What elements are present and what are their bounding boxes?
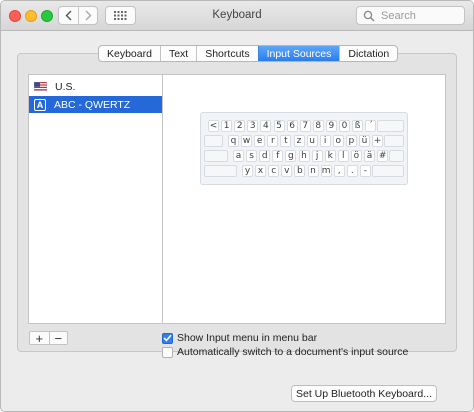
keyboard-key: v bbox=[281, 165, 293, 177]
show-input-menu-option[interactable]: Show Input menu in menu bar bbox=[162, 332, 317, 344]
us-flag-icon bbox=[34, 82, 47, 91]
keyboard-key: b bbox=[294, 165, 306, 177]
search-input[interactable] bbox=[381, 8, 461, 23]
keyboard-key: ß bbox=[352, 120, 364, 132]
keyboard-key: s bbox=[246, 150, 258, 162]
tab-bar: Keyboard Text Shortcuts Input Sources Di… bbox=[98, 45, 399, 62]
keyboard-key: z bbox=[293, 135, 305, 147]
remove-source-button[interactable]: − bbox=[48, 332, 68, 345]
keyboard-key-blank bbox=[372, 165, 404, 177]
keyboard-key: r bbox=[267, 135, 279, 147]
keyboard-key: 1 bbox=[221, 120, 233, 132]
keyboard-key: t bbox=[280, 135, 292, 147]
keyboard-key: a bbox=[233, 150, 244, 162]
source-label: ABC - QWERTZ bbox=[54, 98, 131, 111]
keyboard-key: j bbox=[311, 150, 323, 162]
auto-switch-checkbox[interactable] bbox=[162, 346, 173, 358]
keyboard-key: ´ bbox=[365, 120, 377, 132]
keyboard-layout-preview: <1 2 3 4 5 6 7 8 9 0 ß ´ q w e r t z u i o p ü + a s d f g h j k l ö ä # … bbox=[200, 112, 408, 185]
keyboard-key: 3 bbox=[247, 120, 259, 132]
keyboard-key: n bbox=[307, 165, 319, 177]
keyboard-key: p bbox=[345, 135, 357, 147]
keyboard-key: ö bbox=[350, 150, 362, 162]
keyboard-key: 4 bbox=[260, 120, 272, 132]
title-bar: Keyboard bbox=[1, 1, 473, 31]
tab-shortcuts[interactable]: Shortcuts bbox=[196, 46, 257, 61]
keyboard-key-blank bbox=[204, 135, 223, 147]
tab-input-sources[interactable]: Input Sources bbox=[257, 46, 340, 61]
input-source-list[interactable]: U.S. A ABC - QWERTZ bbox=[28, 74, 163, 324]
tab-text[interactable]: Text bbox=[159, 46, 196, 61]
keyboard-key-blank bbox=[389, 150, 404, 162]
keyboard-key: d bbox=[259, 150, 271, 162]
keyboard-key: m bbox=[320, 165, 332, 177]
keyboard-key: 8 bbox=[312, 120, 324, 132]
keyboard-key: u bbox=[306, 135, 318, 147]
keyboard-key: 2 bbox=[234, 120, 246, 132]
keyboard-key: 7 bbox=[299, 120, 311, 132]
keyboard-key: l bbox=[337, 150, 349, 162]
keyboard-key-blank bbox=[204, 150, 228, 162]
checkmark-icon bbox=[163, 334, 172, 342]
keyboard-key: g bbox=[285, 150, 297, 162]
add-source-button[interactable]: + bbox=[30, 332, 49, 345]
keyboard-key: o bbox=[332, 135, 344, 147]
keyboard-key: i bbox=[319, 135, 331, 147]
setup-bluetooth-keyboard-button[interactable]: Set Up Bluetooth Keyboard... bbox=[291, 385, 437, 402]
keyboard-key-blank bbox=[377, 120, 404, 132]
keyboard-key: c bbox=[268, 165, 280, 177]
preferences-window: Keyboard Keyboard Text Shortcuts Input S… bbox=[0, 0, 474, 412]
keyboard-key: ä bbox=[364, 150, 375, 162]
keyboard-key: ü bbox=[359, 135, 370, 147]
keyboard-key: . bbox=[346, 165, 358, 177]
keyboard-key: + bbox=[372, 135, 384, 147]
keyboard-key: h bbox=[298, 150, 310, 162]
keyboard-key: 6 bbox=[286, 120, 298, 132]
keyboard-key: , bbox=[333, 165, 345, 177]
auto-switch-option[interactable]: Automatically switch to a document's inp… bbox=[162, 346, 408, 358]
list-edit-controls: + − bbox=[29, 331, 68, 345]
keyboard-key: y bbox=[242, 165, 253, 177]
keyboard-key: x bbox=[255, 165, 267, 177]
keyboard-key: 5 bbox=[273, 120, 285, 132]
keyboard-key: f bbox=[272, 150, 284, 162]
source-label: U.S. bbox=[55, 80, 76, 93]
abc-badge-icon: A bbox=[34, 98, 46, 111]
tab-keyboard[interactable]: Keyboard bbox=[99, 46, 160, 61]
keyboard-key: - bbox=[359, 165, 371, 177]
keyboard-key-blank bbox=[384, 135, 404, 147]
show-input-menu-label: Show Input menu in menu bar bbox=[177, 332, 318, 344]
keyboard-key: q bbox=[228, 135, 239, 147]
search-field[interactable] bbox=[356, 6, 465, 25]
tab-dictation[interactable]: Dictation bbox=[339, 46, 397, 61]
keyboard-key: 0 bbox=[339, 120, 350, 132]
keyboard-key-blank bbox=[204, 165, 237, 177]
keyboard-key: < bbox=[208, 120, 219, 132]
auto-switch-label: Automatically switch to a document's inp… bbox=[177, 346, 409, 358]
keyboard-key: k bbox=[324, 150, 336, 162]
keyboard-key: w bbox=[241, 135, 253, 147]
list-item[interactable]: A ABC - QWERTZ bbox=[29, 96, 162, 113]
keyboard-key: e bbox=[254, 135, 266, 147]
show-input-menu-checkbox[interactable] bbox=[162, 332, 173, 344]
keyboard-key: # bbox=[377, 150, 389, 162]
search-icon bbox=[363, 10, 375, 22]
list-item[interactable]: U.S. bbox=[29, 78, 162, 95]
keyboard-key: 9 bbox=[325, 120, 337, 132]
